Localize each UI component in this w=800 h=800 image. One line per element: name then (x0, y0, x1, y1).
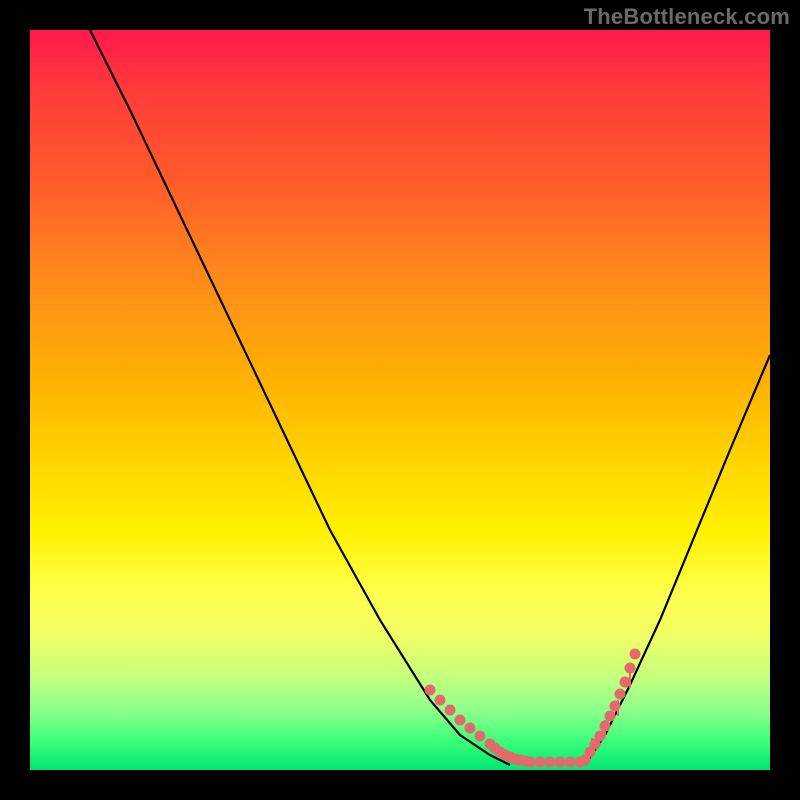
watermark-text: TheBottleneck.com (584, 4, 790, 30)
marker-dot (545, 757, 556, 768)
bottom-markers (425, 649, 641, 768)
marker-dot (565, 757, 576, 768)
curve-layer (30, 30, 770, 770)
marker-dot (445, 705, 456, 716)
marker-dot (535, 757, 546, 768)
marker-dot (615, 689, 626, 700)
marker-dot (595, 731, 606, 742)
marker-dot (435, 695, 446, 706)
marker-dot (555, 757, 566, 768)
marker-dot (465, 723, 476, 734)
marker-dot (425, 685, 436, 696)
curve-left-arm (90, 30, 510, 765)
marker-dot (605, 711, 616, 722)
chart-frame: TheBottleneck.com (0, 0, 800, 800)
curve-paths (90, 30, 770, 765)
marker-dot (525, 757, 536, 768)
marker-dot (475, 731, 486, 742)
marker-dot (620, 677, 631, 688)
marker-dot (630, 649, 641, 660)
marker-dot (455, 715, 466, 726)
marker-dot (625, 663, 636, 674)
